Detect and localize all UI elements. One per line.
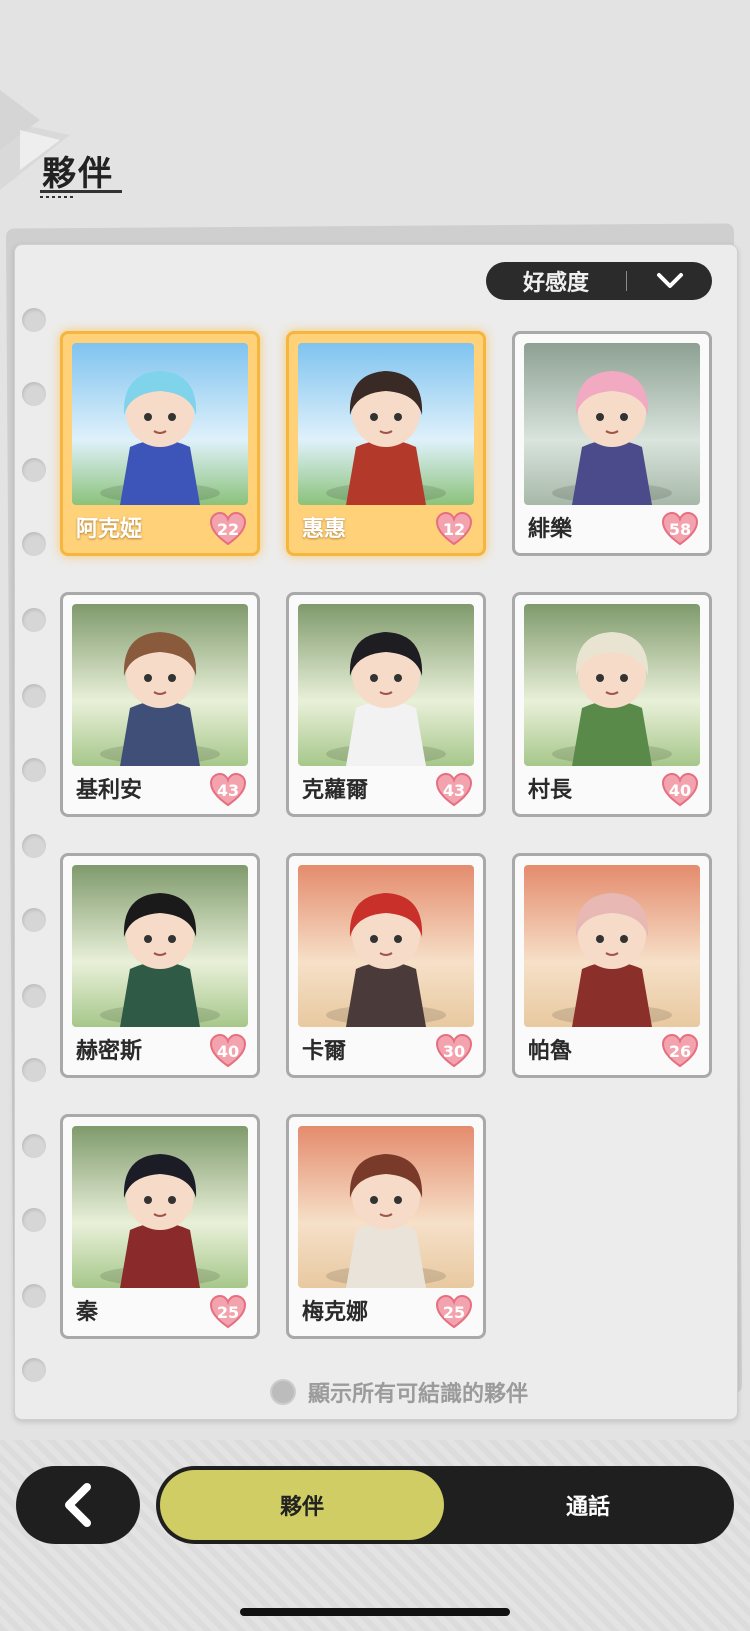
sort-label: 好感度 bbox=[522, 271, 589, 296]
companion-portrait bbox=[72, 1126, 248, 1288]
companion-portrait bbox=[298, 865, 474, 1027]
tab-companions[interactable]: 夥伴 bbox=[160, 1470, 444, 1540]
chevron-left-icon bbox=[65, 1483, 91, 1527]
binder-hole bbox=[22, 308, 46, 332]
companion-card[interactable]: 帕魯 26 bbox=[512, 853, 712, 1078]
companion-name: 秦 bbox=[76, 1300, 99, 1325]
companion-name: 惠惠 bbox=[302, 517, 347, 542]
back-button[interactable] bbox=[16, 1466, 140, 1544]
companion-name: 阿克婭 bbox=[76, 517, 143, 542]
binder-hole bbox=[22, 1058, 46, 1082]
companion-portrait bbox=[524, 604, 700, 766]
companion-name: 梅克娜 bbox=[302, 1300, 369, 1325]
binder-hole bbox=[22, 532, 46, 556]
show-all-toggle[interactable]: 顯示所有可結識的夥伴 bbox=[270, 1376, 528, 1408]
affinity-value: 40 bbox=[668, 781, 692, 800]
title-underline bbox=[40, 190, 122, 193]
companion-card[interactable]: 緋樂 58 bbox=[512, 331, 712, 556]
show-all-label: 顯示所有可結識的夥伴 bbox=[308, 1382, 529, 1407]
companion-portrait bbox=[72, 604, 248, 766]
affinity-value: 25 bbox=[442, 1303, 466, 1322]
sort-dropdown[interactable]: 好感度 bbox=[486, 262, 712, 300]
companion-name: 基利安 bbox=[76, 778, 143, 803]
companion-portrait bbox=[524, 865, 700, 1027]
title-dots bbox=[40, 196, 74, 198]
companion-portrait bbox=[72, 343, 248, 505]
companion-portrait bbox=[298, 1126, 474, 1288]
affinity-value: 58 bbox=[668, 520, 692, 539]
affinity-value: 25 bbox=[216, 1303, 240, 1322]
affinity-value: 22 bbox=[216, 520, 240, 539]
companion-portrait bbox=[298, 343, 474, 505]
binder-hole bbox=[22, 908, 46, 932]
home-indicator[interactable] bbox=[240, 1608, 510, 1616]
affinity-value: 12 bbox=[442, 520, 466, 539]
chevron-down-icon bbox=[627, 272, 712, 290]
companion-name: 卡爾 bbox=[302, 1039, 347, 1064]
page-title: 夥伴 bbox=[42, 154, 114, 194]
companion-name: 赫密斯 bbox=[76, 1039, 143, 1064]
binder-hole bbox=[22, 834, 46, 858]
affinity-value: 43 bbox=[216, 781, 240, 800]
companion-card[interactable]: 阿克婭 22 bbox=[60, 331, 260, 556]
companion-card[interactable]: 赫密斯 40 bbox=[60, 853, 260, 1078]
binder-hole bbox=[22, 984, 46, 1008]
companion-portrait bbox=[298, 604, 474, 766]
companion-portrait bbox=[524, 343, 700, 505]
binder-hole bbox=[22, 1284, 46, 1308]
companion-card[interactable]: 卡爾 30 bbox=[286, 853, 486, 1078]
binder-hole bbox=[22, 458, 46, 482]
binder-hole bbox=[22, 608, 46, 632]
companion-card[interactable]: 梅克娜 25 bbox=[286, 1114, 486, 1339]
companion-card[interactable]: 克蘿爾 43 bbox=[286, 592, 486, 817]
tab-bar: 夥伴 通話 bbox=[156, 1466, 734, 1544]
companion-portrait bbox=[72, 865, 248, 1027]
companion-name: 村長 bbox=[528, 778, 573, 803]
binder-hole bbox=[22, 684, 46, 708]
companion-name: 緋樂 bbox=[528, 517, 573, 542]
binder-hole bbox=[22, 382, 46, 406]
binder-hole bbox=[22, 758, 46, 782]
companion-name: 帕魯 bbox=[528, 1039, 573, 1064]
binder-hole bbox=[22, 1358, 46, 1382]
affinity-value: 40 bbox=[216, 1042, 240, 1061]
companion-name: 克蘿爾 bbox=[302, 778, 369, 803]
affinity-value: 43 bbox=[442, 781, 466, 800]
companion-card[interactable]: 惠惠 12 bbox=[286, 331, 486, 556]
tab-calls[interactable]: 通話 bbox=[446, 1470, 730, 1540]
radio-icon bbox=[270, 1379, 296, 1405]
affinity-value: 30 bbox=[442, 1042, 466, 1061]
binder-hole bbox=[22, 1208, 46, 1232]
companion-card[interactable]: 村長 40 bbox=[512, 592, 712, 817]
companion-card[interactable]: 秦 25 bbox=[60, 1114, 260, 1339]
binder-hole bbox=[22, 1134, 46, 1158]
companion-card[interactable]: 基利安 43 bbox=[60, 592, 260, 817]
affinity-value: 26 bbox=[668, 1042, 692, 1061]
